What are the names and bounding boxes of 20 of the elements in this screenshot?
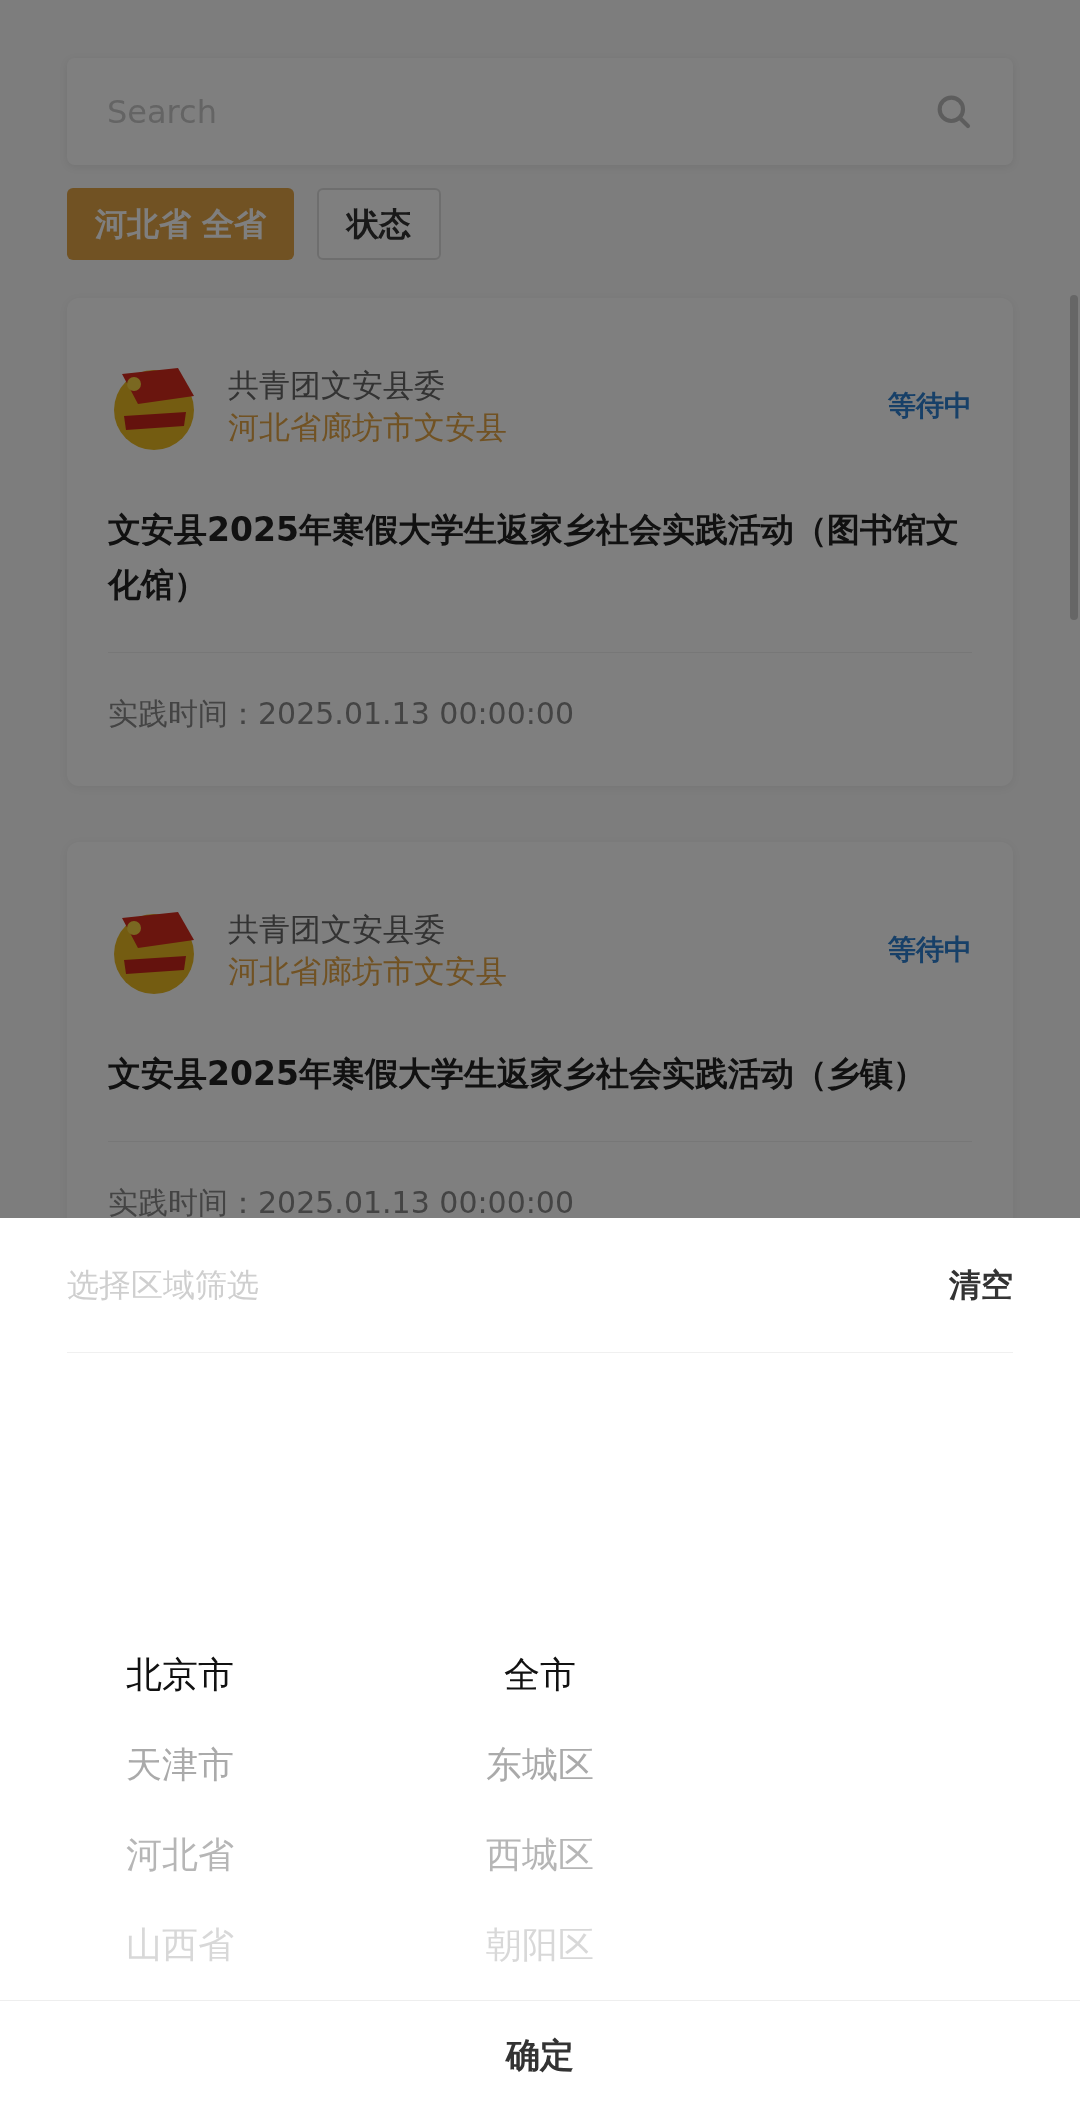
region-label: 河北省廊坊市文安县 [228,408,508,447]
dim-overlay[interactable] [0,0,1080,1218]
organizer-name: 共青团文安县委 [228,910,446,949]
practice-time: 实践时间：2025.01.13 00:00:00 [108,695,576,733]
filter-chip[interactable]: 状态 [317,188,442,260]
organizer-name: 共青团文安县委 [228,366,446,405]
picker-option[interactable]: 东城区 [486,1738,594,1792]
picker-option[interactable]: 北京市 [126,1648,234,1702]
picker-option[interactable]: 全市 [504,1648,576,1702]
picker-option[interactable]: 天津市 [126,1738,234,1792]
region-label: 河北省廊坊市文安县 [228,952,508,991]
practice-time: 实践时间：2025.01.13 00:00:00 [108,1184,576,1218]
activity-card[interactable]: 共青团文安县委 河北省廊坊市文安县 等待中 文安县2025年寒假大学生返家乡社会实践活动（图书馆文化馆） 实践时间：2025.01.13 00:00:00 [67,298,1013,786]
activity-title: 文安县2025年寒假大学生返家乡社会实践活动（乡镇） [108,1053,927,1095]
activity-card[interactable]: 共青团文安县委 河北省廊坊市文安县 等待中 文安县2025年寒假大学生返家乡社会实践活动（乡镇） 实践时间：2025.01.13 00:00:00 [67,842,1013,1218]
confirm-button[interactable]: 确定 [0,2000,1080,2110]
activity-title: 文安县2025年寒假大学生返家乡社会实践活动（图书馆文化馆） [108,509,960,606]
status-label: 等待中 [888,388,972,424]
clear-button[interactable]: 清空 [949,1261,1013,1309]
status-label: 等待中 [888,932,972,968]
